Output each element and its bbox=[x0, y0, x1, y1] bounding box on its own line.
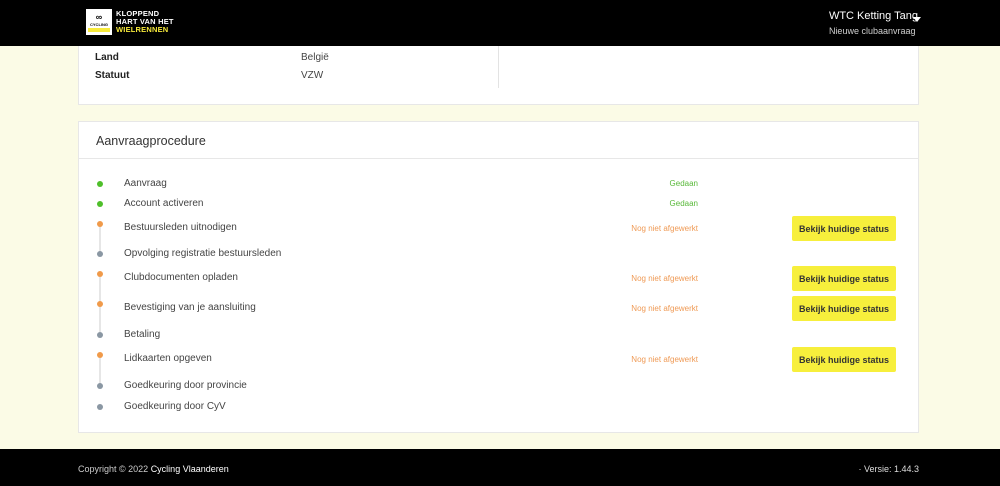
procedure-card: Aanvraagprocedure Aanvraag Gedaan Accoun… bbox=[78, 121, 919, 433]
step-label: Aanvraag bbox=[124, 178, 167, 189]
step-account-activeren: Account activeren Gedaan bbox=[79, 196, 918, 216]
step-pending-icon bbox=[97, 251, 103, 257]
step-status: Gedaan bbox=[669, 179, 698, 188]
step-label: Goedkeuring door provincie bbox=[124, 380, 247, 391]
step-goedkeuring-provincie: Goedkeuring door provincie bbox=[79, 378, 918, 398]
step-todo-icon bbox=[97, 221, 103, 227]
copyright: Copyright © 2022 Cycling Vlaanderen bbox=[78, 464, 229, 474]
step-bevestiging-aansluiting: Bevestiging van je aansluiting Nog niet … bbox=[79, 296, 918, 321]
step-label: Bestuursleden uitnodigen bbox=[124, 222, 237, 233]
step-status: Gedaan bbox=[669, 199, 698, 208]
step-pending-icon bbox=[97, 332, 103, 338]
step-status: Nog niet afgewerkt bbox=[631, 274, 698, 283]
view-status-button[interactable]: Bekijk huidige status bbox=[792, 266, 896, 291]
step-label: Lidkaarten opgeven bbox=[124, 353, 212, 364]
step-todo-icon bbox=[97, 301, 103, 307]
step-status: Nog niet afgewerkt bbox=[631, 304, 698, 313]
step-label: Bevestiging van je aansluiting bbox=[124, 302, 256, 313]
cycling-vlaanderen-link[interactable]: Cycling Vlaanderen bbox=[151, 464, 229, 474]
user-subtitle: Nieuwe clubaanvraag bbox=[828, 26, 916, 36]
view-status-button[interactable]: Bekijk huidige status bbox=[792, 216, 896, 241]
footer: Copyright © 2022 Cycling Vlaanderen · Ve… bbox=[0, 449, 1000, 486]
step-betaling: Betaling bbox=[79, 327, 918, 347]
user-menu[interactable]: WTC Ketting Tang Nieuwe clubaanvraag bbox=[829, 10, 918, 37]
step-opvolging-registratie: Opvolging registratie bestuursleden bbox=[79, 246, 918, 266]
logo-tagline: KLOPPEND HART VAN HET WIELRENNEN bbox=[116, 9, 174, 34]
club-info-card: Land België Statuut VZW bbox=[78, 46, 919, 105]
step-todo-icon bbox=[97, 271, 103, 277]
land-label: Land bbox=[95, 52, 119, 63]
column-divider bbox=[498, 46, 499, 88]
statuut-label: Statuut bbox=[95, 70, 130, 81]
top-navbar: ∞ CYCLING KLOPPEND HART VAN HET WIELRENN… bbox=[0, 0, 1000, 46]
user-name: WTC Ketting Tang bbox=[828, 10, 918, 22]
step-clubdocumenten-opladen: Clubdocumenten opladen Nog niet afgewerk… bbox=[79, 266, 918, 291]
land-value: België bbox=[301, 52, 329, 63]
step-label: Account activeren bbox=[124, 198, 204, 209]
statuut-value: VZW bbox=[301, 70, 324, 81]
step-goedkeuring-cyv: Goedkeuring door CyV bbox=[79, 399, 918, 419]
procedure-title: Aanvraagprocedure bbox=[96, 134, 206, 148]
caret-down-icon[interactable] bbox=[913, 17, 921, 22]
step-aanvraag: Aanvraag Gedaan bbox=[79, 176, 918, 196]
step-todo-icon bbox=[97, 352, 103, 358]
step-done-icon bbox=[97, 181, 103, 187]
step-label: Opvolging registratie bestuursleden bbox=[124, 248, 282, 259]
view-status-button[interactable]: Bekijk huidige status bbox=[792, 347, 896, 372]
cycling-vlaanderen-logo[interactable]: ∞ CYCLING KLOPPEND HART VAN HET WIELRENN… bbox=[86, 8, 174, 36]
step-label: Goedkeuring door CyV bbox=[124, 401, 226, 412]
step-pending-icon bbox=[97, 383, 103, 389]
view-status-button[interactable]: Bekijk huidige status bbox=[792, 296, 896, 321]
card-divider bbox=[79, 158, 918, 159]
step-label: Betaling bbox=[124, 329, 161, 340]
step-lidkaarten-opgeven: Lidkaarten opgeven Nog niet afgewerkt Be… bbox=[79, 347, 918, 372]
step-done-icon bbox=[97, 201, 103, 207]
step-status: Nog niet afgewerkt bbox=[631, 355, 698, 364]
logo-badge-icon: ∞ CYCLING bbox=[86, 9, 112, 35]
step-bestuursleden-uitnodigen: Bestuursleden uitnodigen Nog niet afgewe… bbox=[79, 216, 918, 241]
version-label: · Versie: 1.44.3 bbox=[858, 464, 919, 474]
step-pending-icon bbox=[97, 404, 103, 410]
step-status: Nog niet afgewerkt bbox=[631, 224, 698, 233]
step-label: Clubdocumenten opladen bbox=[124, 272, 238, 283]
